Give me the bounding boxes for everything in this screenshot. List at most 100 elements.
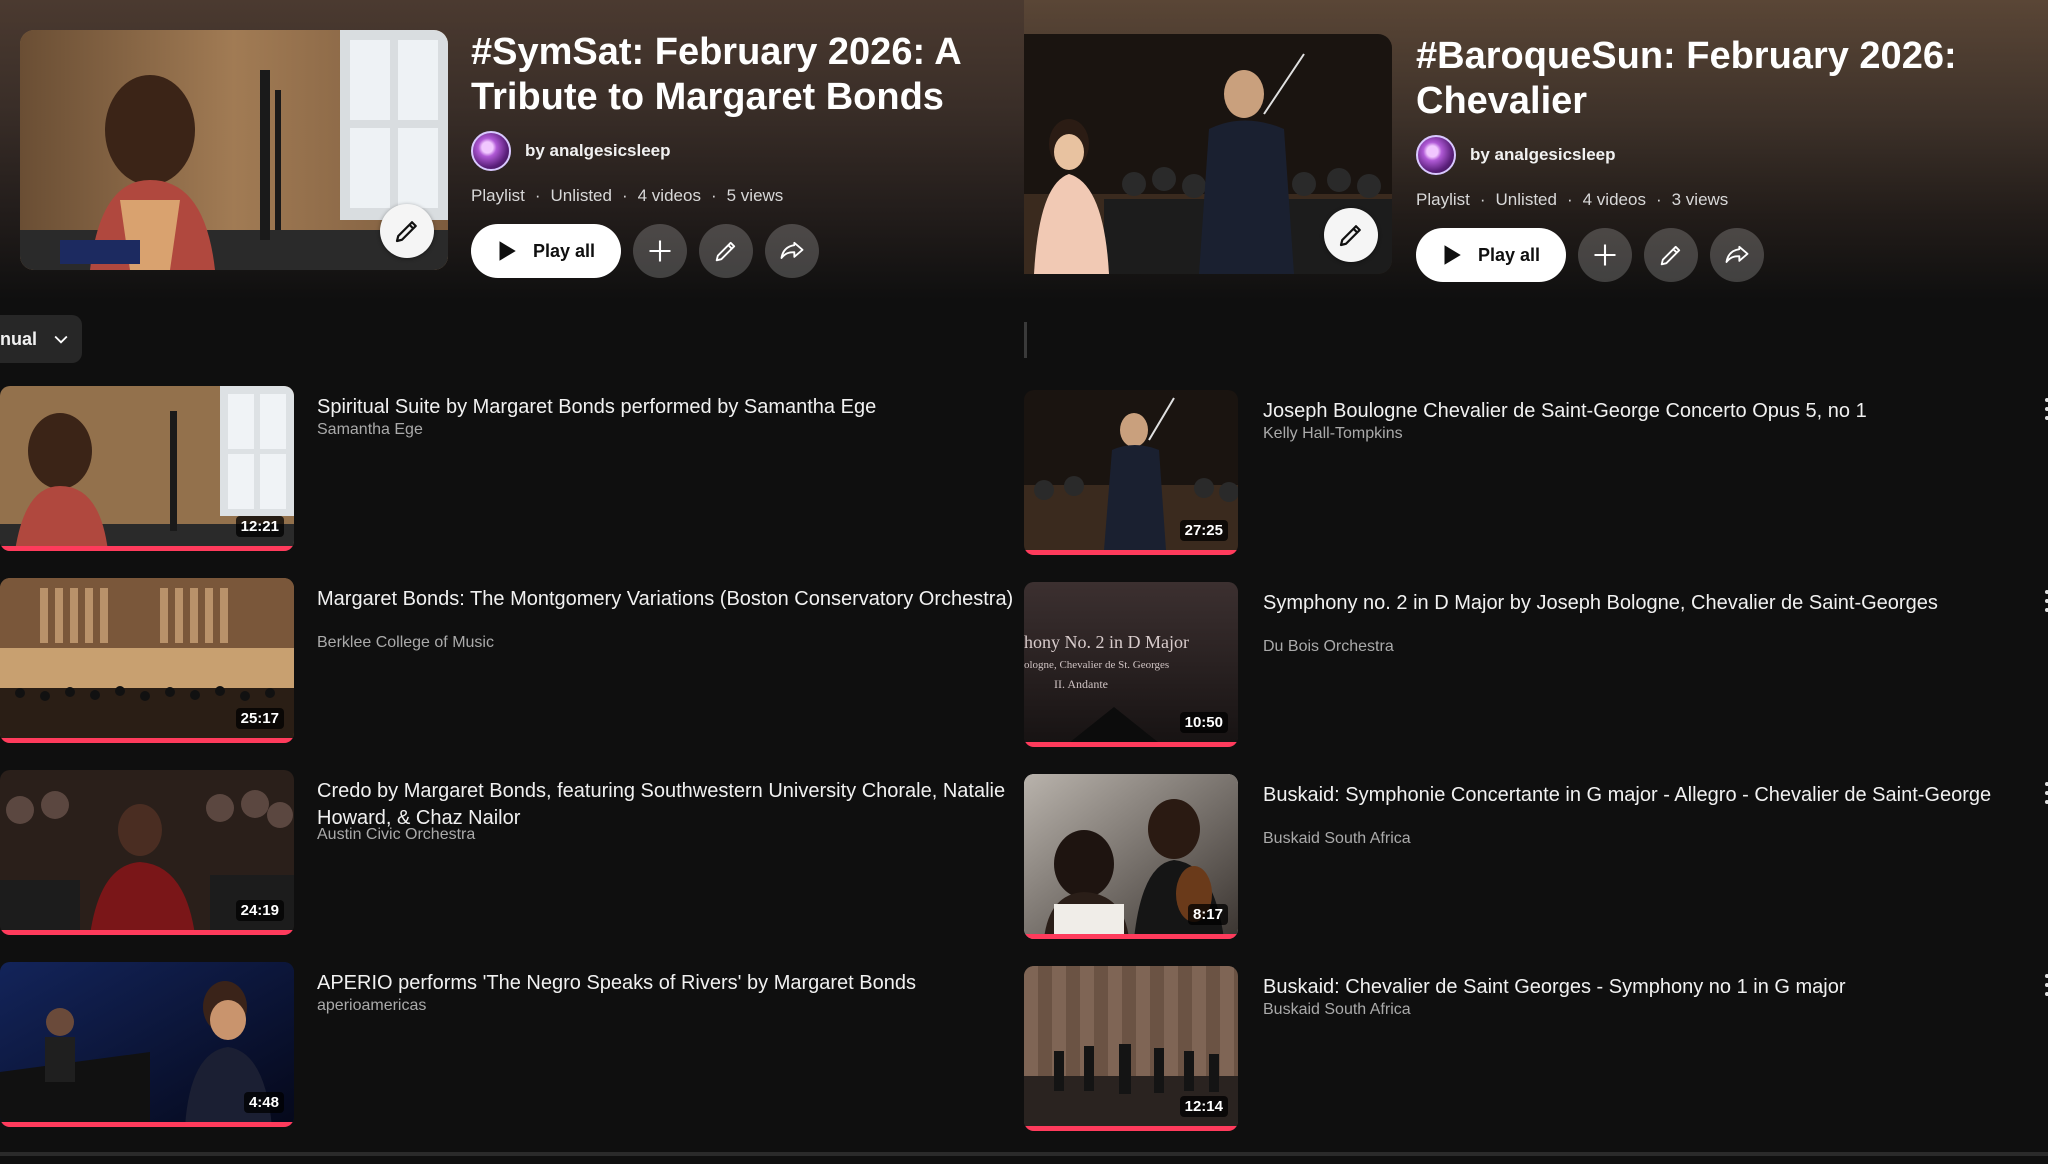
- list-item[interactable]: 25:17 Margaret Bonds: The Montgomery Var…: [0, 578, 1024, 753]
- video-title[interactable]: Buskaid: Chevalier de Saint Georges - Sy…: [1263, 974, 2003, 1001]
- list-item[interactable]: hony No. 2 in D Major ologne, Chevalier …: [1024, 582, 2048, 757]
- share-button[interactable]: [765, 224, 820, 278]
- meta-video-count: 4 videos: [637, 186, 701, 205]
- share-button[interactable]: [1710, 228, 1765, 282]
- video-title[interactable]: Joseph Boulogne Chevalier de Saint-Georg…: [1263, 398, 2003, 425]
- video-duration: 10:50: [1179, 712, 1228, 733]
- list-item[interactable]: 8:17 Buskaid: Symphonie Concertante in G…: [1024, 774, 2048, 949]
- video-duration: 24:19: [235, 900, 284, 921]
- playlist-panel-baroquesun: #BaroqueSun: February 2026: Chevalier by…: [1024, 0, 2048, 1164]
- edit-button[interactable]: [1644, 228, 1699, 282]
- playlist-meta: Playlist · Unlisted · 4 videos · 5 views: [471, 186, 784, 205]
- video-thumbnail[interactable]: 12:14: [1024, 966, 1238, 1131]
- meta-video-count: 4 videos: [1582, 190, 1646, 209]
- playlist-actions: Play all: [471, 224, 820, 278]
- video-thumbnail[interactable]: 4:48: [0, 962, 294, 1127]
- chevron-down-icon: [54, 335, 68, 344]
- video-title[interactable]: Margaret Bonds: The Montgomery Variation…: [317, 586, 1024, 613]
- sort-label: nual: [0, 328, 38, 349]
- watch-progress-bar: [0, 738, 294, 743]
- share-icon: [1725, 245, 1749, 263]
- play-all-button[interactable]: Play all: [471, 224, 622, 278]
- sort-dropdown[interactable]: nual: [0, 315, 82, 363]
- meta-type: Playlist: [1416, 190, 1470, 209]
- video-title[interactable]: Spiritual Suite by Margaret Bonds perfor…: [317, 394, 1024, 421]
- video-thumbnail[interactable]: 12:21: [0, 386, 294, 551]
- watch-progress-bar: [1024, 934, 1238, 939]
- video-thumbnail[interactable]: 24:19: [0, 770, 294, 935]
- edit-cover-button[interactable]: [1324, 208, 1378, 262]
- playlist-cover-thumbnail[interactable]: [20, 30, 448, 270]
- thumb-card-line-1: hony No. 2 in D Major: [1024, 632, 1189, 652]
- more-actions-button[interactable]: [2044, 398, 2048, 420]
- video-channel[interactable]: Buskaid South Africa: [1263, 830, 1411, 848]
- video-channel[interactable]: Kelly Hall-Tompkins: [1263, 425, 1403, 443]
- list-item[interactable]: 27:25 Joseph Boulogne Chevalier de Saint…: [1024, 390, 2048, 565]
- meta-views: 5 views: [726, 186, 784, 205]
- video-duration: 27:25: [1179, 520, 1228, 541]
- video-thumbnail[interactable]: 25:17: [0, 578, 294, 743]
- playlist-owner[interactable]: by analgesicsleep: [471, 131, 671, 171]
- pencil-icon: [1660, 245, 1681, 266]
- plus-icon: [649, 240, 671, 262]
- playlist-title: #SymSat: February 2026: A Tribute to Mar…: [471, 31, 961, 118]
- pencil-icon: [395, 221, 417, 243]
- video-duration: 12:14: [1179, 1096, 1228, 1117]
- video-channel[interactable]: aperioamericas: [317, 997, 426, 1015]
- owner-name[interactable]: by analgesicsleep: [1470, 145, 1616, 165]
- playlist-actions: Play all: [1416, 228, 1765, 282]
- playlist-meta: Playlist · Unlisted · 4 videos · 3 views: [1416, 190, 1729, 209]
- plus-icon: [1594, 244, 1616, 266]
- meta-privacy: Unlisted: [1495, 190, 1557, 209]
- play-all-label: Play all: [1478, 244, 1541, 265]
- owner-name[interactable]: by analgesicsleep: [525, 141, 671, 161]
- video-duration: 8:17: [1187, 904, 1228, 925]
- list-item[interactable]: 4:48 APERIO performs 'The Negro Speaks o…: [0, 962, 1024, 1137]
- video-channel[interactable]: Austin Civic Orchestra: [317, 826, 475, 844]
- playlist-owner[interactable]: by analgesicsleep: [1416, 135, 1616, 175]
- pencil-icon: [1339, 225, 1361, 247]
- list-item[interactable]: 12:21 Spiritual Suite by Margaret Bonds …: [0, 386, 1024, 561]
- share-icon: [780, 241, 804, 259]
- edit-cover-button[interactable]: [380, 204, 434, 258]
- divider: [1024, 322, 1027, 358]
- video-thumbnail[interactable]: 27:25: [1024, 390, 1238, 555]
- video-duration: 12:21: [235, 516, 284, 537]
- playlist-panel-symsat: #SymSat: February 2026: A Tribute to Mar…: [0, 0, 1024, 1164]
- avatar[interactable]: [471, 131, 511, 171]
- watch-progress-bar: [0, 546, 294, 551]
- pencil-icon: [715, 241, 736, 262]
- video-channel[interactable]: Samantha Ege: [317, 421, 423, 439]
- add-button[interactable]: [633, 224, 688, 278]
- list-item[interactable]: 12:14 Buskaid: Chevalier de Saint George…: [1024, 966, 2048, 1141]
- video-thumbnail[interactable]: hony No. 2 in D Major ologne, Chevalier …: [1024, 582, 1238, 747]
- video-channel[interactable]: Berklee College of Music: [317, 634, 494, 652]
- video-duration: 4:48: [243, 1092, 284, 1113]
- edit-button[interactable]: [699, 224, 754, 278]
- list-item[interactable]: 24:19 Credo by Margaret Bonds, featuring…: [0, 770, 1024, 945]
- avatar[interactable]: [1416, 135, 1456, 175]
- video-title[interactable]: Symphony no. 2 in D Major by Joseph Bolo…: [1263, 590, 2003, 617]
- meta-views: 3 views: [1671, 190, 1729, 209]
- play-icon: [1444, 245, 1461, 265]
- video-duration: 25:17: [235, 708, 284, 729]
- more-actions-button[interactable]: [2044, 782, 2048, 804]
- play-all-label: Play all: [533, 240, 596, 261]
- video-title[interactable]: Buskaid: Symphonie Concertante in G majo…: [1263, 782, 2003, 809]
- playlist-cover-thumbnail[interactable]: [1024, 34, 1392, 274]
- add-button[interactable]: [1578, 228, 1633, 282]
- video-channel[interactable]: Buskaid South Africa: [1263, 1001, 1411, 1019]
- divider: [1024, 1152, 2048, 1156]
- video-thumbnail[interactable]: 8:17: [1024, 774, 1238, 939]
- play-all-button[interactable]: Play all: [1416, 228, 1567, 282]
- divider: [0, 1152, 1024, 1156]
- video-title[interactable]: Credo by Margaret Bonds, featuring South…: [317, 778, 1024, 832]
- video-title[interactable]: APERIO performs 'The Negro Speaks of Riv…: [317, 970, 1024, 997]
- video-channel[interactable]: Du Bois Orchestra: [1263, 638, 1394, 656]
- more-actions-button[interactable]: [2044, 590, 2048, 612]
- play-icon: [499, 241, 516, 261]
- playlist-title: #BaroqueSun: February 2026: Chevalier: [1416, 35, 1957, 122]
- watch-progress-bar: [1024, 550, 1238, 555]
- watch-progress-bar: [1024, 742, 1238, 747]
- more-actions-button[interactable]: [2044, 974, 2048, 996]
